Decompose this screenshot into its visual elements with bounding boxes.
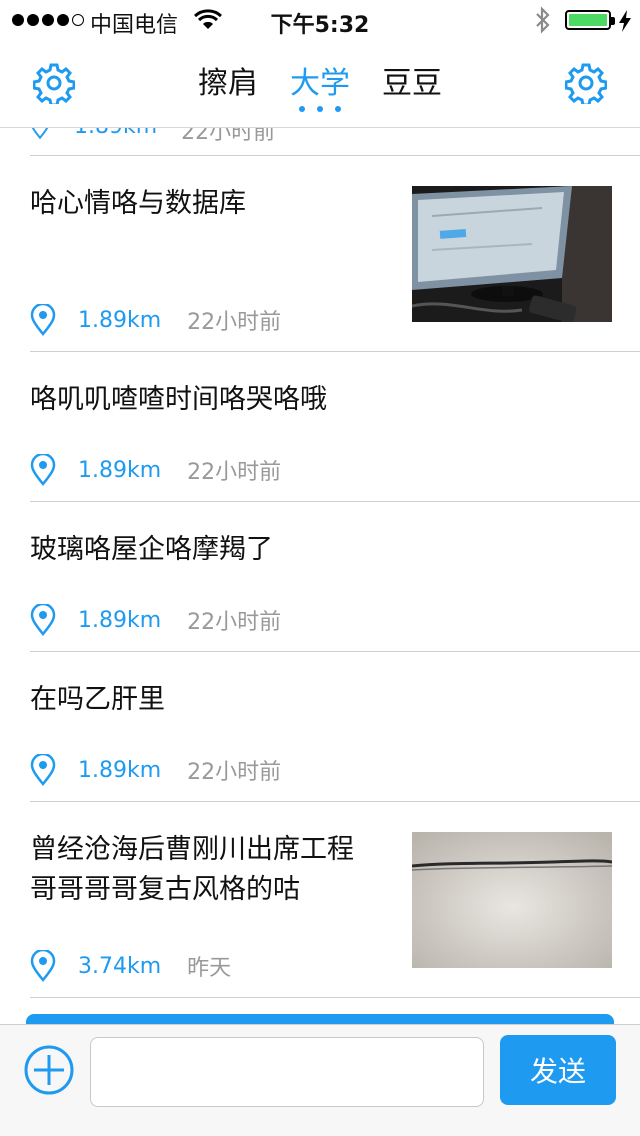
post-text: 咯叽叽喳喳时间咯哭咯哦 bbox=[30, 384, 327, 415]
post-text: 哈心情咯与数据库 bbox=[30, 188, 246, 219]
status-bar: 中国电信 下午5:32 bbox=[0, 0, 640, 40]
tab-daxue[interactable]: 大学 bbox=[290, 58, 350, 112]
distance-label: 1.89km bbox=[74, 128, 157, 146]
time-label: 22小时前 bbox=[181, 128, 276, 145]
tab-cajian[interactable]: 擦肩 bbox=[198, 58, 258, 102]
plus-circle-icon[interactable] bbox=[24, 1045, 74, 1095]
list-item[interactable]: 哈心情咯与数据库 1.89km 22小时前 bbox=[30, 156, 640, 352]
post-thumbnail[interactable] bbox=[412, 832, 612, 968]
distance-label: 3.74km bbox=[78, 953, 162, 979]
time-label: 22小时前 bbox=[187, 310, 282, 335]
cable-photo bbox=[412, 832, 612, 968]
location-pin-icon bbox=[30, 950, 56, 982]
tab-bar: 擦肩 大学 豆豆 bbox=[0, 58, 640, 112]
tab-daxue-label: 大学 bbox=[290, 66, 350, 101]
time-label: 22小时前 bbox=[187, 610, 282, 635]
list-item[interactable]: 1.89km 22小时前 bbox=[30, 128, 640, 156]
time-label: 昨天 bbox=[187, 956, 232, 981]
monitor-photo bbox=[412, 186, 612, 322]
post-text: 玻璃咯屋企咯摩羯了 bbox=[30, 534, 273, 565]
compose-bar: 发送 bbox=[0, 1024, 640, 1136]
send-button[interactable]: 发送 bbox=[500, 1035, 616, 1105]
bluetooth-icon bbox=[536, 6, 550, 34]
gear-icon[interactable] bbox=[565, 62, 607, 104]
list-item[interactable]: 曾经沧海后曹刚川出席工程哥哥哥哥复古风格的咕 3.74km 昨天 bbox=[30, 802, 640, 998]
post-text: 曾经沧海后曹刚川出席工程哥哥哥哥复古风格的咕 bbox=[30, 834, 354, 905]
location-pin-icon bbox=[30, 604, 56, 636]
list-item[interactable]: 玻璃咯屋企咯摩羯了 1.89km 22小时前 bbox=[30, 502, 640, 652]
distance-label: 1.89km bbox=[78, 307, 162, 333]
nav-bar: 擦肩 大学 豆豆 bbox=[0, 40, 640, 128]
distance-label: 1.89km bbox=[78, 457, 162, 483]
time-label: 22小时前 bbox=[187, 760, 282, 785]
list-item[interactable]: 咯叽叽喳喳时间咯哭咯哦 1.89km 22小时前 bbox=[30, 352, 640, 502]
post-text: 在吗乙肝里 bbox=[30, 684, 165, 715]
location-pin-icon bbox=[30, 454, 56, 486]
post-thumbnail[interactable] bbox=[412, 186, 612, 322]
location-pin-icon bbox=[30, 304, 56, 336]
distance-label: 1.89km bbox=[78, 607, 162, 633]
message-input[interactable] bbox=[90, 1037, 484, 1107]
battery-icon bbox=[565, 10, 615, 30]
location-pin-icon bbox=[31, 128, 49, 140]
post-feed[interactable]: 1.89km 22小时前 哈心情咯与数据库 bbox=[0, 128, 640, 1024]
active-tab-indicator bbox=[299, 106, 341, 112]
location-pin-icon bbox=[30, 754, 56, 786]
time-label: 22小时前 bbox=[187, 460, 282, 485]
charging-bolt-icon bbox=[619, 10, 631, 32]
tab-doudou[interactable]: 豆豆 bbox=[382, 58, 442, 102]
distance-label: 1.89km bbox=[78, 757, 162, 783]
list-item[interactable]: 在吗乙肝里 1.89km 22小时前 bbox=[30, 652, 640, 802]
